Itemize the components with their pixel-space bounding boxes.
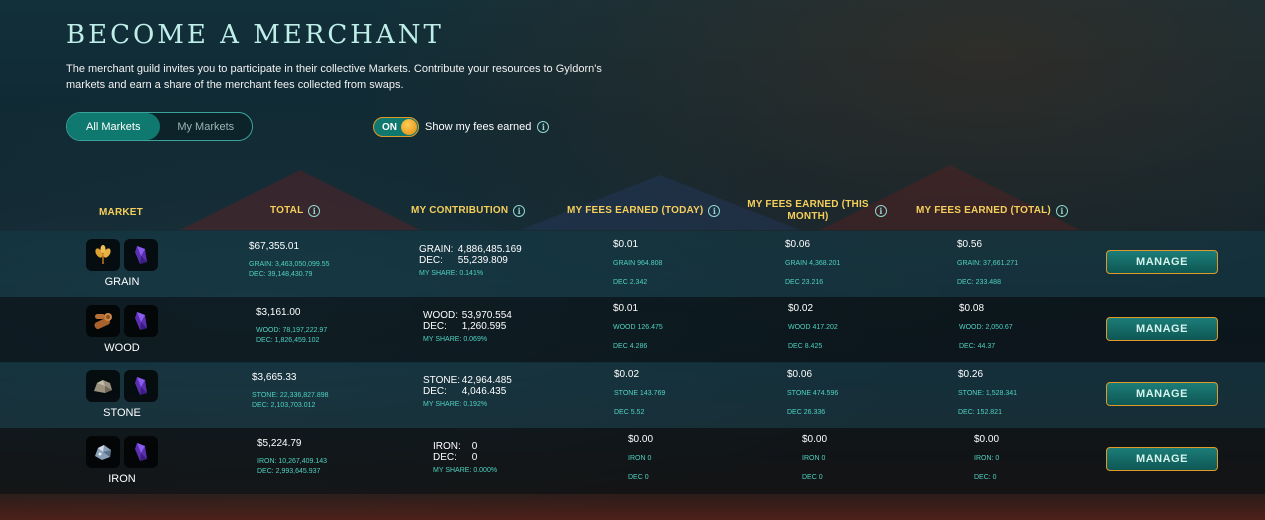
tab-all-markets[interactable]: All Markets	[67, 113, 160, 140]
market-row-stone: STONE $3,665.33 STONE: 22,336,827.898 DE…	[0, 362, 1265, 428]
table-header: MARKET TOTAL i MY CONTRIBUTION i MY FEES…	[0, 196, 1265, 232]
market-icons	[86, 305, 158, 337]
manage-button[interactable]: MANAGE	[1106, 250, 1218, 274]
fees-today-cell: $0.01 GRAIN 964.808 DEC 2.342	[613, 239, 663, 286]
column-header-total: TOTAL i	[270, 205, 321, 217]
fees-total-cell: $0.26 STONE: 1,528.341 DEC: 152.821	[958, 369, 1018, 416]
contribution-cell: WOOD: 53,970.554 DEC: 1,260.595 MY SHARE…	[423, 310, 512, 343]
merchant-page: BECOME A MERCHANT The merchant guild inv…	[0, 0, 1265, 520]
dec-crystal-icon	[124, 370, 158, 402]
dec-crystal-icon	[124, 305, 158, 337]
fees-today-cell: $0.02 STONE 143.769 DEC 5.52	[614, 369, 666, 416]
market-name: IRON	[108, 473, 136, 485]
info-icon[interactable]: i	[513, 205, 526, 217]
manage-button[interactable]: MANAGE	[1106, 317, 1218, 341]
column-header-market: MARKET	[99, 207, 143, 218]
tab-my-markets[interactable]: My Markets	[160, 113, 253, 140]
show-fees-toggle[interactable]: ON	[373, 117, 419, 137]
info-icon[interactable]: i	[1055, 205, 1068, 217]
market-row-iron: IRON $5,224.79 IRON: 10,267,409.143 DEC:…	[0, 428, 1265, 494]
info-icon[interactable]: i	[537, 121, 550, 133]
total-cell: $3,665.33 STONE: 22,336,827.898 DEC: 2,1…	[252, 372, 329, 409]
contribution-cell: GRAIN: 4,886,485.169 DEC: 55,239.809 MY …	[419, 244, 522, 277]
intro-text: The merchant guild invites you to partic…	[66, 63, 602, 91]
market-icons	[86, 436, 158, 468]
fees-total-cell: $0.00 IRON: 0 DEC: 0	[974, 434, 1000, 481]
toggle-state: ON	[382, 121, 397, 133]
fees-toggle-group: ON Show my fees earned i	[373, 117, 550, 137]
fees-month-cell: $0.06 GRAIN 4,368.201 DEC 23.216	[785, 239, 841, 286]
column-header-fees-month: MY FEES EARNED (THIS MONTH) i	[746, 199, 887, 223]
page-title: BECOME A MERCHANT	[66, 20, 444, 50]
market-name: STONE	[103, 407, 141, 419]
toggle-label: Show my fees earned	[425, 121, 532, 133]
fees-total-cell: $0.56 GRAIN: 37,661.271 DEC: 233.488	[957, 239, 1019, 286]
dec-crystal-icon	[124, 239, 158, 271]
market-filter-tabs: All Markets My Markets	[66, 112, 253, 141]
info-icon[interactable]: i	[875, 205, 887, 217]
manage-button[interactable]: MANAGE	[1106, 382, 1218, 406]
market-row-wood: WOOD $3,161.00 WOOD: 78,197,222.97 DEC: …	[0, 297, 1265, 363]
column-header-contribution: MY CONTRIBUTION i	[411, 205, 526, 217]
manage-button[interactable]: MANAGE	[1106, 447, 1218, 471]
column-header-fees-today: MY FEES EARNED (TODAY) i	[567, 205, 721, 217]
iron-icon	[86, 436, 120, 468]
market-icons	[86, 239, 158, 271]
total-cell: $67,355.01 GRAIN: 3,463,050,099.55 DEC: …	[249, 241, 330, 278]
market-icons	[86, 370, 158, 402]
contribution-cell: IRON: 0 DEC: 0 MY SHARE: 0.000%	[433, 441, 498, 474]
fees-total-cell: $0.08 WOOD: 2,050.67 DEC: 44.37	[959, 303, 1013, 350]
stone-icon	[86, 370, 120, 402]
fees-month-cell: $0.00 IRON 0 DEC 0	[802, 434, 828, 481]
fees-today-cell: $0.01 WOOD 126.475 DEC 4.286	[613, 303, 663, 350]
fees-month-cell: $0.02 WOOD 417.202 DEC 8.425	[788, 303, 838, 350]
dec-crystal-icon	[124, 436, 158, 468]
market-name: GRAIN	[104, 276, 140, 288]
market-row-grain: GRAIN $67,355.01 GRAIN: 3,463,050,099.55…	[0, 231, 1265, 297]
total-cell: $3,161.00 WOOD: 78,197,222.97 DEC: 1,826…	[256, 307, 328, 344]
toggle-knob	[401, 119, 417, 135]
contribution-cell: STONE: 42,964.485 DEC: 4,046.435 MY SHAR…	[423, 375, 512, 408]
info-icon[interactable]: i	[308, 205, 321, 217]
market-name: WOOD	[104, 342, 140, 354]
grain-icon	[86, 239, 120, 271]
wood-icon	[86, 305, 120, 337]
total-cell: $5,224.79 IRON: 10,267,409.143 DEC: 2,99…	[257, 438, 328, 475]
fees-today-cell: $0.00 IRON 0 DEC 0	[628, 434, 654, 481]
column-header-fees-total: MY FEES EARNED (TOTAL) i	[916, 205, 1068, 217]
info-icon[interactable]: i	[708, 205, 721, 217]
fees-month-cell: $0.06 STONE 474.596 DEC 26.336	[787, 369, 839, 416]
